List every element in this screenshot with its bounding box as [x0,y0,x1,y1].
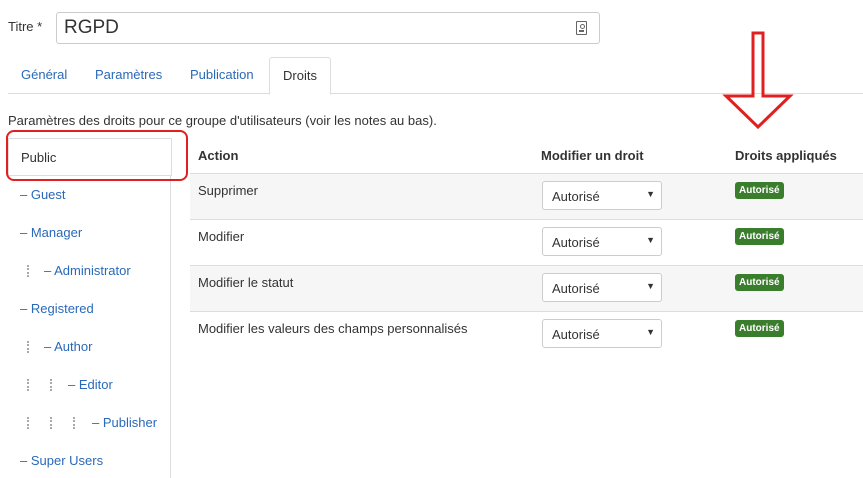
tab-publication[interactable]: Publication [177,57,267,94]
header-modify-right: Modifier un droit [541,148,644,163]
permission-select[interactable]: Autorisé ▼ [542,273,662,302]
rights-description: Paramètres des droits pour ce groupe d'u… [8,113,437,128]
group-item-registered[interactable]: – Registered [8,290,171,328]
caret-down-icon: ▼ [646,235,655,245]
group-label: – Publisher [92,415,158,430]
select-value: Autorisé [552,235,600,250]
tree-indent-dots [27,417,29,429]
select-value: Autorisé [552,327,600,342]
group-item-editor[interactable]: – Editor [8,366,171,404]
group-label: – Registered [20,301,94,316]
down-arrow-icon [722,31,794,130]
action-label: Modifier [198,229,245,244]
group-item-guest[interactable]: – Guest [8,176,171,214]
group-item-publisher[interactable]: – Publisher [8,404,171,442]
group-label: – Administrator [44,263,131,278]
group-label: – Super Users [20,453,104,468]
title-input[interactable]: RGPD [56,12,600,44]
status-badge: Autorisé [735,320,784,337]
tree-indent-dots [50,379,52,391]
group-label: – Author [44,339,93,354]
title-label: Titre * [8,19,43,34]
status-badge: Autorisé [735,274,784,291]
caret-down-icon: ▼ [646,281,655,291]
caret-down-icon: ▼ [646,327,655,337]
tab-parametres[interactable]: Paramètres [82,57,175,94]
annotation-highlight-box [6,130,188,181]
group-item-administrator[interactable]: – Administrator [8,252,171,290]
table-row: Modifier le statut Autorisé ▼ Autorisé [190,265,863,311]
tree-indent-dots [50,417,52,429]
tree-indent-dots [27,341,29,353]
status-badge: Autorisé [735,228,784,245]
title-value: RGPD [64,17,119,38]
table-row: Supprimer Autorisé ▼ Autorisé [190,173,863,219]
tree-indent-dots [73,417,75,429]
permission-select[interactable]: Autorisé ▼ [542,181,662,210]
group-item-super-users[interactable]: – Super Users [8,442,171,478]
status-badge: Autorisé [735,182,784,199]
contact-card-icon [576,21,587,35]
action-label: Modifier les valeurs des champs personna… [198,321,468,336]
group-label: – Guest [20,187,66,202]
action-label: Modifier le statut [198,275,294,290]
group-label: – Editor [68,377,113,392]
group-label: – Manager [20,225,83,240]
select-value: Autorisé [552,281,600,296]
select-value: Autorisé [552,189,600,204]
tree-indent-dots [27,379,29,391]
header-action: Action [198,148,239,163]
tab-general[interactable]: Général [8,57,80,94]
permission-select[interactable]: Autorisé ▼ [542,319,662,348]
action-label: Supprimer [198,183,258,198]
tab-droits[interactable]: Droits [269,57,331,95]
caret-down-icon: ▼ [646,189,655,199]
user-group-list: Public – Guest – Manager – Administrator… [8,138,172,478]
group-item-manager[interactable]: – Manager [8,214,171,252]
table-row: Modifier Autorisé ▼ Autorisé [190,219,863,265]
group-item-author[interactable]: – Author [8,328,171,366]
header-applied-rights: Droits appliqués [735,148,837,163]
tree-indent-dots [27,265,29,277]
permission-select[interactable]: Autorisé ▼ [542,227,662,256]
table-row: Modifier les valeurs des champs personna… [190,311,863,357]
